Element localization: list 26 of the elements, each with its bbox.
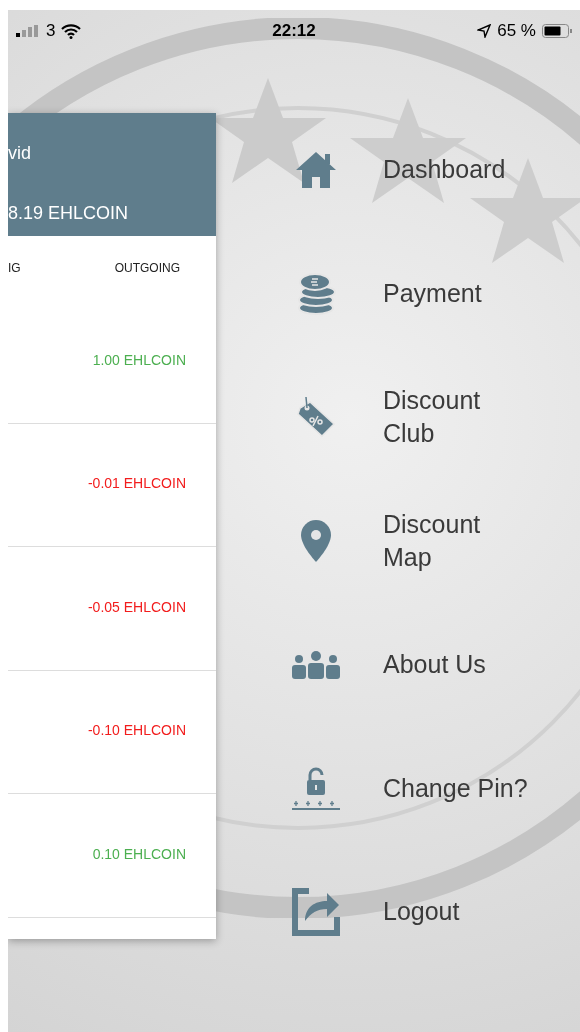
share-arrow-icon xyxy=(290,886,341,937)
column-header: IG xyxy=(8,260,21,277)
clock-text: 22:12 xyxy=(272,20,316,43)
battery-text: 65 % xyxy=(497,20,536,43)
menu-item[interactable]: Payment xyxy=(383,277,533,311)
balance-text: 8.19 EHLCOIN xyxy=(8,202,130,225)
column-header: OUTGOING xyxy=(114,260,180,277)
wifi-icon xyxy=(61,23,82,39)
amount-text: -0.10 EHLCOIN xyxy=(87,721,186,741)
people-icon xyxy=(290,649,341,680)
amount-text: -0.05 EHLCOIN xyxy=(87,597,186,617)
account-name: vid xyxy=(8,142,32,165)
amount-text: 0.10 EHLCOIN xyxy=(92,844,186,864)
amount-text: 1.00 EHLCOIN xyxy=(92,350,186,370)
menu-item[interactable]: Discount Club xyxy=(383,384,533,451)
menu-item[interactable]: Logout xyxy=(383,895,533,929)
amount-text: -0.01 EHLCOIN xyxy=(87,474,186,494)
menu-item[interactable]: Change Pin? xyxy=(383,771,533,805)
menu-item[interactable]: Dashboard xyxy=(383,153,533,187)
location-arrow-icon xyxy=(477,24,492,38)
signal-icon xyxy=(16,25,40,37)
menu-item[interactable]: Discount Map xyxy=(383,507,533,574)
menu-item[interactable]: About Us xyxy=(383,648,533,682)
carrier-text: 3 xyxy=(46,20,56,43)
battery-icon xyxy=(542,24,572,38)
map-pin-icon xyxy=(298,517,333,564)
